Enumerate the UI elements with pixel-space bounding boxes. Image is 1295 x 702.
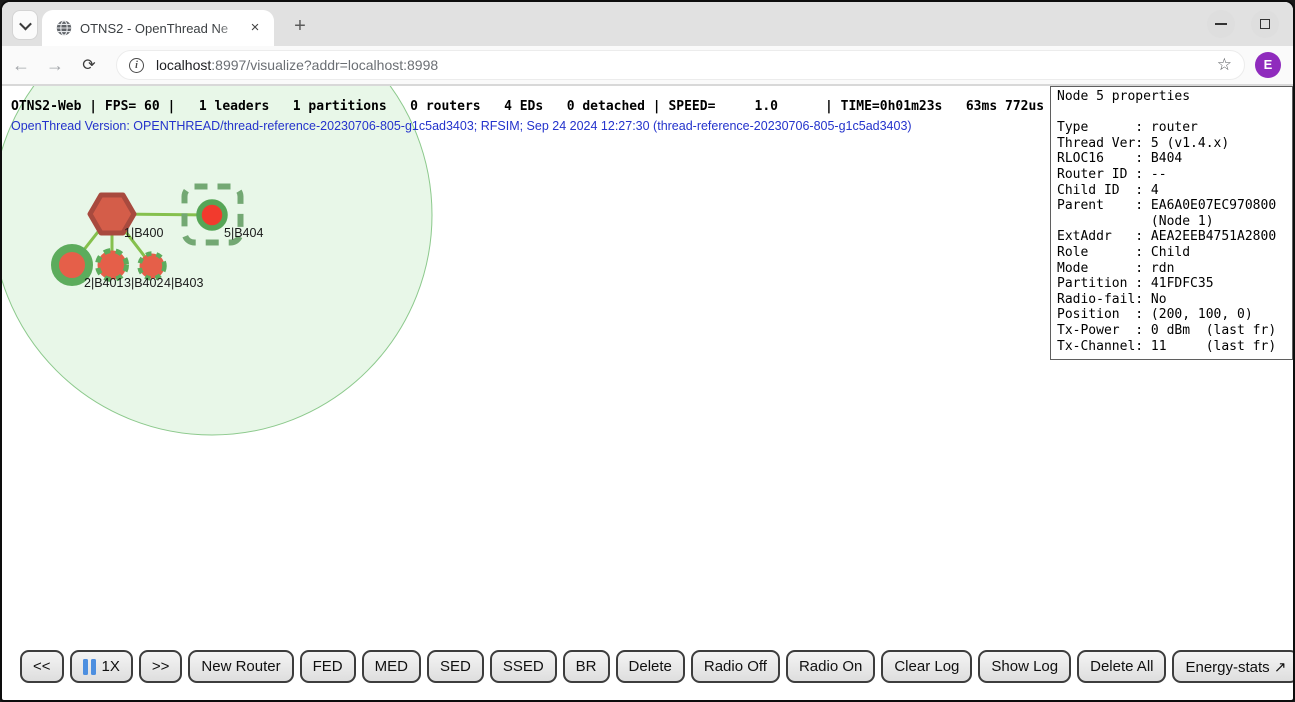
- bookmark-star-icon[interactable]: ☆: [1217, 55, 1232, 75]
- browser-window: OTNS2 - OpenThread Ne × + ← → ⟳ i localh…: [0, 0, 1295, 702]
- node-1-label: 1|B400: [124, 226, 163, 240]
- clear-log-button[interactable]: Clear Log: [881, 650, 972, 683]
- minimize-icon: [1215, 23, 1227, 25]
- new-router-button[interactable]: New Router: [188, 650, 293, 683]
- chevron-down-icon: [19, 17, 32, 30]
- profile-avatar[interactable]: E: [1255, 52, 1281, 78]
- pause-icon: [83, 659, 96, 675]
- tab-search-button[interactable]: [12, 10, 38, 40]
- url-host: localhost: [156, 57, 211, 73]
- br-button[interactable]: BR: [563, 650, 610, 683]
- otns-canvas-area: 1|B400 5|B404 2|B401 3|B402 4|B403 OTNS2…: [2, 86, 1293, 698]
- network-canvas[interactable]: 1|B400 5|B404 2|B401 3|B402 4|B403: [2, 86, 1052, 698]
- forward-button[interactable]: →: [40, 55, 70, 76]
- address-bar[interactable]: i localhost:8997/visualize?addr=localhos…: [116, 50, 1245, 80]
- delete-all-button[interactable]: Delete All: [1077, 650, 1166, 683]
- sed-button[interactable]: SED: [427, 650, 484, 683]
- radio-on-button[interactable]: Radio On: [786, 650, 875, 683]
- browser-toolbar: ← → ⟳ i localhost:8997/visualize?addr=lo…: [2, 46, 1293, 86]
- energy-stats-button[interactable]: Energy-stats ↗: [1172, 650, 1293, 683]
- node-3-label: 3|B402: [124, 276, 163, 290]
- node-5-label: 5|B404: [224, 226, 263, 240]
- node-2-label: 2|B401: [84, 276, 123, 290]
- reload-button[interactable]: ⟳: [74, 55, 104, 75]
- tab-title: OTNS2 - OpenThread Ne: [80, 21, 246, 36]
- page-info-icon[interactable]: i: [129, 58, 144, 73]
- node-4-label: 4|B403: [164, 276, 203, 290]
- globe-icon: [56, 20, 72, 36]
- speed-down-button[interactable]: <<: [20, 650, 64, 683]
- tab-strip: OTNS2 - OpenThread Ne × +: [2, 2, 1293, 46]
- delete-button[interactable]: Delete: [616, 650, 685, 683]
- maximize-icon: [1260, 19, 1270, 29]
- back-button[interactable]: ←: [6, 55, 36, 76]
- url-text[interactable]: localhost:8997/visualize?addr=localhost:…: [156, 57, 1217, 73]
- new-tab-button[interactable]: +: [286, 12, 314, 40]
- browser-tab[interactable]: OTNS2 - OpenThread Ne ×: [42, 10, 274, 46]
- radio-off-button[interactable]: Radio Off: [691, 650, 780, 683]
- speed-up-button[interactable]: >>: [139, 650, 183, 683]
- fed-button[interactable]: FED: [300, 650, 356, 683]
- control-toolbar: << 1X >> New Router FED MED SED SSED BR …: [20, 650, 1289, 683]
- play-pause-speed-button[interactable]: 1X: [70, 650, 133, 683]
- ssed-button[interactable]: SSED: [490, 650, 557, 683]
- tab-close-icon[interactable]: ×: [246, 19, 264, 37]
- med-button[interactable]: MED: [362, 650, 421, 683]
- node-5-circle[interactable]: [199, 202, 225, 228]
- window-maximize-button[interactable]: [1251, 10, 1279, 38]
- show-log-button[interactable]: Show Log: [978, 650, 1071, 683]
- simulation-status-bar: OTNS2-Web | FPS= 60 | 1 leaders 1 partit…: [11, 99, 1044, 114]
- speed-label: 1X: [102, 658, 120, 675]
- window-minimize-button[interactable]: [1207, 10, 1235, 38]
- node-4-circle[interactable]: [140, 254, 165, 279]
- openthread-version-text: OpenThread Version: OPENTHREAD/thread-re…: [11, 119, 912, 133]
- url-path: :8997/visualize?addr=localhost:8998: [211, 57, 438, 73]
- node-properties-panel: Node 5 properties Type : router Thread V…: [1050, 86, 1293, 360]
